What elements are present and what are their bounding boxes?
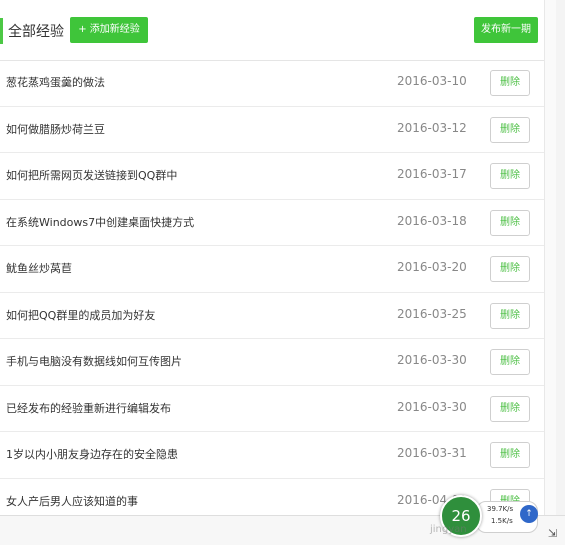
delete-button[interactable]: 删除	[490, 442, 530, 468]
item-date: 2016-03-10	[397, 74, 467, 88]
delete-button[interactable]: 删除	[490, 70, 530, 96]
item-date: 2016-03-30	[397, 399, 467, 414]
list-header: 全部经验 + 添加新经验 发布新一期	[0, 0, 544, 61]
item-date: 2016-03-30	[397, 353, 467, 367]
app-window: 全部经验 + 添加新经验 发布新一期 葱花蒸鸡蛋羹的做法 2016-03-10 …	[0, 0, 565, 545]
watermark-text: jingyan	[430, 524, 467, 535]
list-item: 已经发布的经验重新进行编辑发布 2016-03-30 删除	[0, 386, 544, 432]
delete-button[interactable]: 删除	[490, 116, 530, 143]
list-item: 手机与电脑没有数据线如何互传图片 2016-03-30 删除	[0, 339, 544, 386]
item-title[interactable]: 已经发布的经验重新进行编辑发布	[6, 400, 171, 416]
item-title[interactable]: 手机与电脑没有数据线如何互传图片	[6, 353, 182, 369]
pin-icon[interactable]: ⇲	[548, 527, 557, 540]
experience-list-panel: 全部经验 + 添加新经验 发布新一期 葱花蒸鸡蛋羹的做法 2016-03-10 …	[0, 0, 545, 525]
header-accent-bar	[0, 18, 3, 44]
list-item: 如何做腊肠炒荷兰豆 2016-03-12 删除	[0, 107, 544, 153]
item-title[interactable]: 如何把QQ群里的成员加为好友	[6, 307, 155, 323]
delete-button[interactable]: 删除	[490, 256, 530, 282]
list-item: 如何把QQ群里的成员加为好友 2016-03-25 删除	[0, 293, 544, 339]
item-date: 2016-03-20	[397, 260, 467, 274]
item-date: 2016-03-18	[397, 213, 467, 228]
item-date: 2016-03-25	[397, 306, 467, 321]
item-date: 2016-03-31	[397, 446, 467, 460]
download-speed: 1.5K/s	[491, 517, 513, 525]
list-item: 如何把所需网页发送链接到QQ群中 2016-03-17 删除	[0, 153, 544, 200]
item-title[interactable]: 葱花蒸鸡蛋羹的做法	[6, 74, 105, 90]
upload-speed: 39.7K/s	[487, 505, 514, 513]
page-title: 全部经验	[8, 24, 64, 40]
item-date: 2016-03-17	[397, 167, 467, 181]
list-item: 1岁以内小朋友身边存在的安全隐患 2016-03-31 删除	[0, 432, 544, 479]
item-date: 2016-03-12	[397, 120, 467, 135]
delete-button[interactable]: 删除	[490, 209, 530, 236]
list-item: 在系统Windows7中创建桌面快捷方式 2016-03-18 删除	[0, 200, 544, 246]
publish-issue-button[interactable]: 发布新一期	[474, 17, 538, 43]
item-title[interactable]: 如何做腊肠炒荷兰豆	[6, 121, 105, 137]
delete-button[interactable]: 删除	[490, 302, 530, 329]
item-title[interactable]: 如何把所需网页发送链接到QQ群中	[6, 167, 177, 183]
list-item: 鱿鱼丝炒莴苣 2016-03-20 删除	[0, 246, 544, 293]
item-title[interactable]: 1岁以内小朋友身边存在的安全隐患	[6, 446, 178, 462]
delete-button[interactable]: 删除	[490, 349, 530, 375]
vertical-scrollbar[interactable]	[556, 0, 565, 515]
item-title[interactable]: 鱿鱼丝炒莴苣	[6, 260, 72, 276]
item-title[interactable]: 女人产后男人应该知道的事	[6, 493, 138, 509]
delete-button[interactable]: 删除	[490, 163, 530, 189]
item-title[interactable]: 在系统Windows7中创建桌面快捷方式	[6, 214, 194, 230]
delete-button[interactable]: 删除	[490, 395, 530, 422]
add-experience-button[interactable]: + 添加新经验	[70, 17, 148, 43]
experience-list: 葱花蒸鸡蛋羹的做法 2016-03-10 删除 如何做腊肠炒荷兰豆 2016-0…	[0, 60, 544, 525]
speed-ball-icon[interactable]: ↑	[520, 505, 538, 523]
list-item: 葱花蒸鸡蛋羹的做法 2016-03-10 删除	[0, 60, 544, 107]
